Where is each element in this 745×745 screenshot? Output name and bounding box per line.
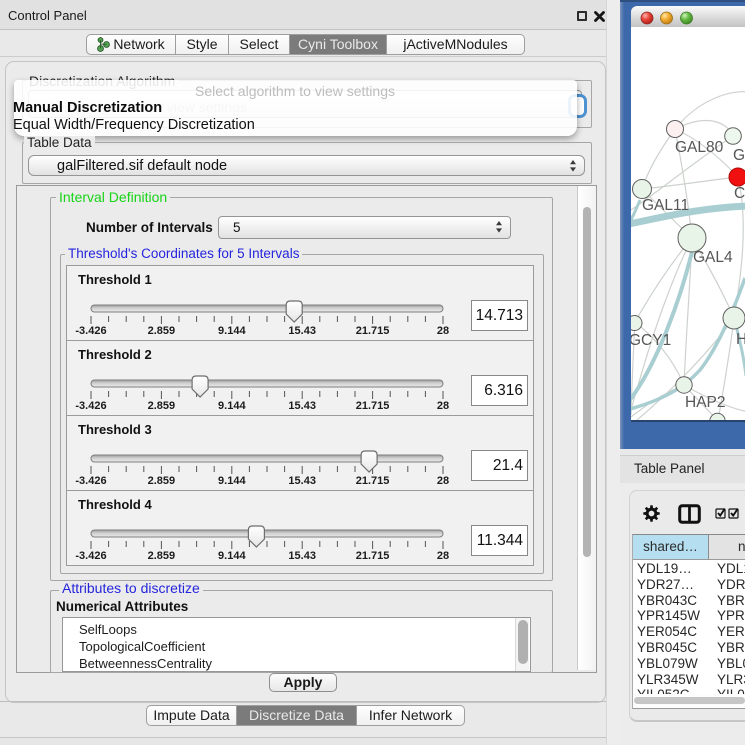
svg-text:G.: G.	[733, 147, 745, 164]
svg-text:GCY1: GCY1	[631, 332, 671, 349]
svg-text:H: H	[736, 331, 745, 348]
svg-text:GAL4: GAL4	[693, 249, 733, 266]
svg-text:HAP2: HAP2	[685, 394, 726, 411]
svg-text:C: C	[734, 185, 745, 202]
svg-text:GAL11: GAL11	[642, 197, 689, 214]
svg-text:GAL80: GAL80	[675, 139, 724, 156]
